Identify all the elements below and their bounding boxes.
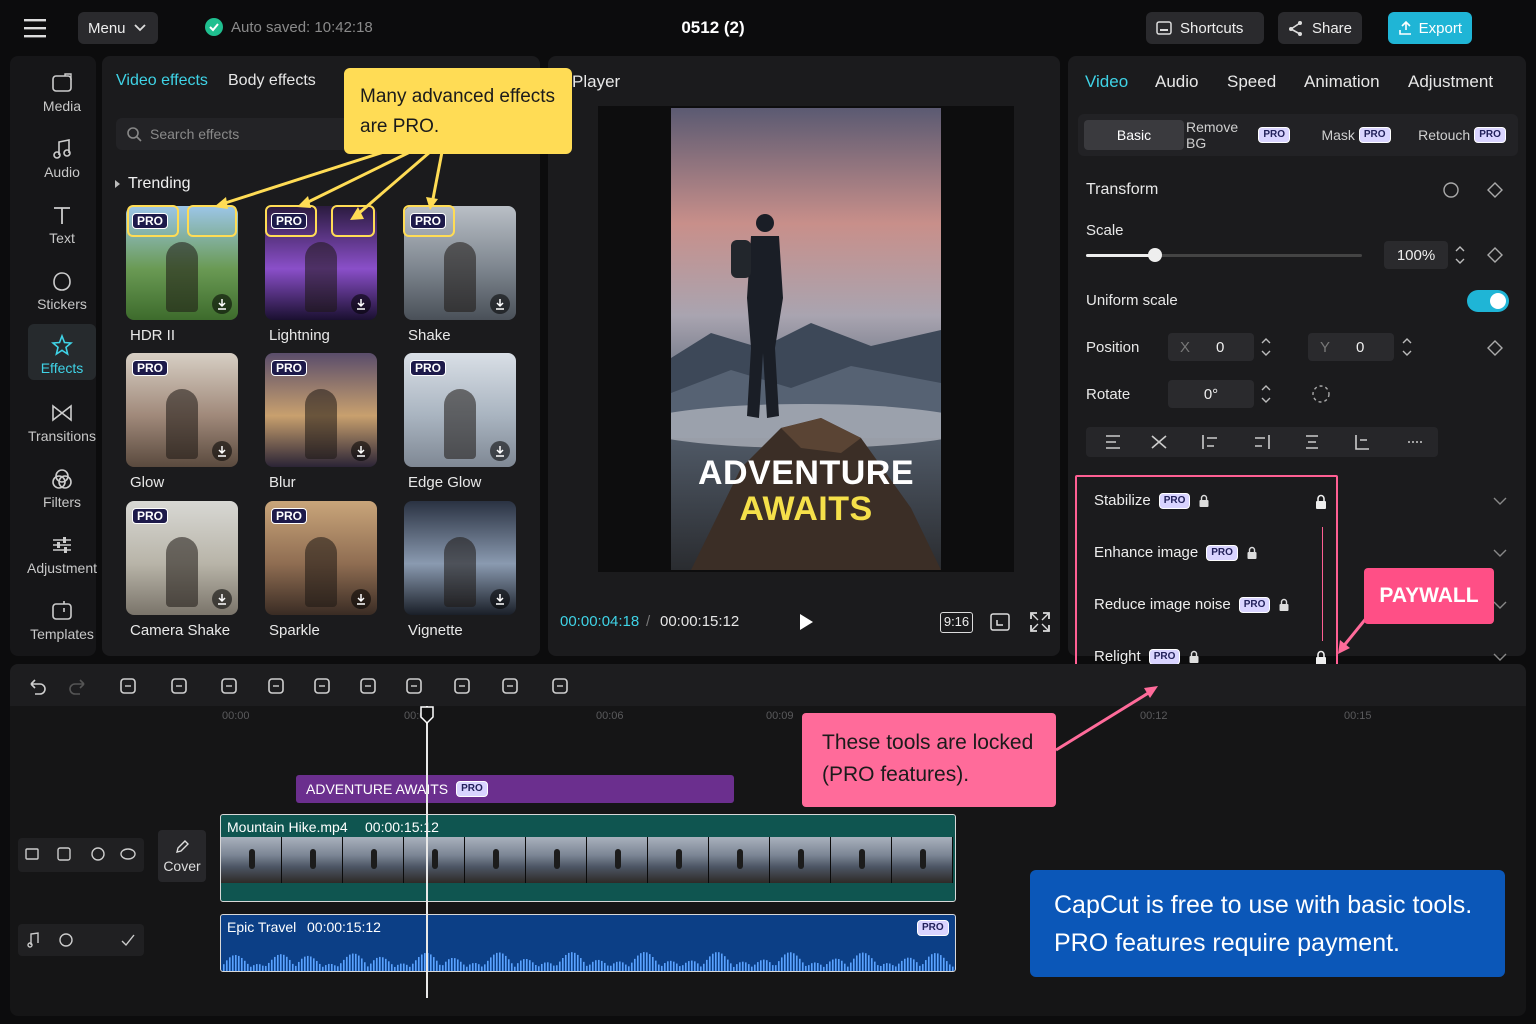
effects-pro-callout: Many advanced effects are PRO. bbox=[344, 68, 572, 154]
callout-text: Many advanced effects are PRO. bbox=[360, 86, 556, 137]
callout-text: These tools are locked (PRO features). bbox=[822, 731, 1034, 786]
locked-tools-callout: These tools are locked (PRO features). bbox=[802, 713, 1056, 807]
paywall-label: PAYWALL bbox=[1364, 568, 1494, 624]
free-note: CapCut is free to use with basic tools. … bbox=[1030, 870, 1505, 977]
note-text: CapCut is free to use with basic tools. … bbox=[1054, 891, 1473, 957]
